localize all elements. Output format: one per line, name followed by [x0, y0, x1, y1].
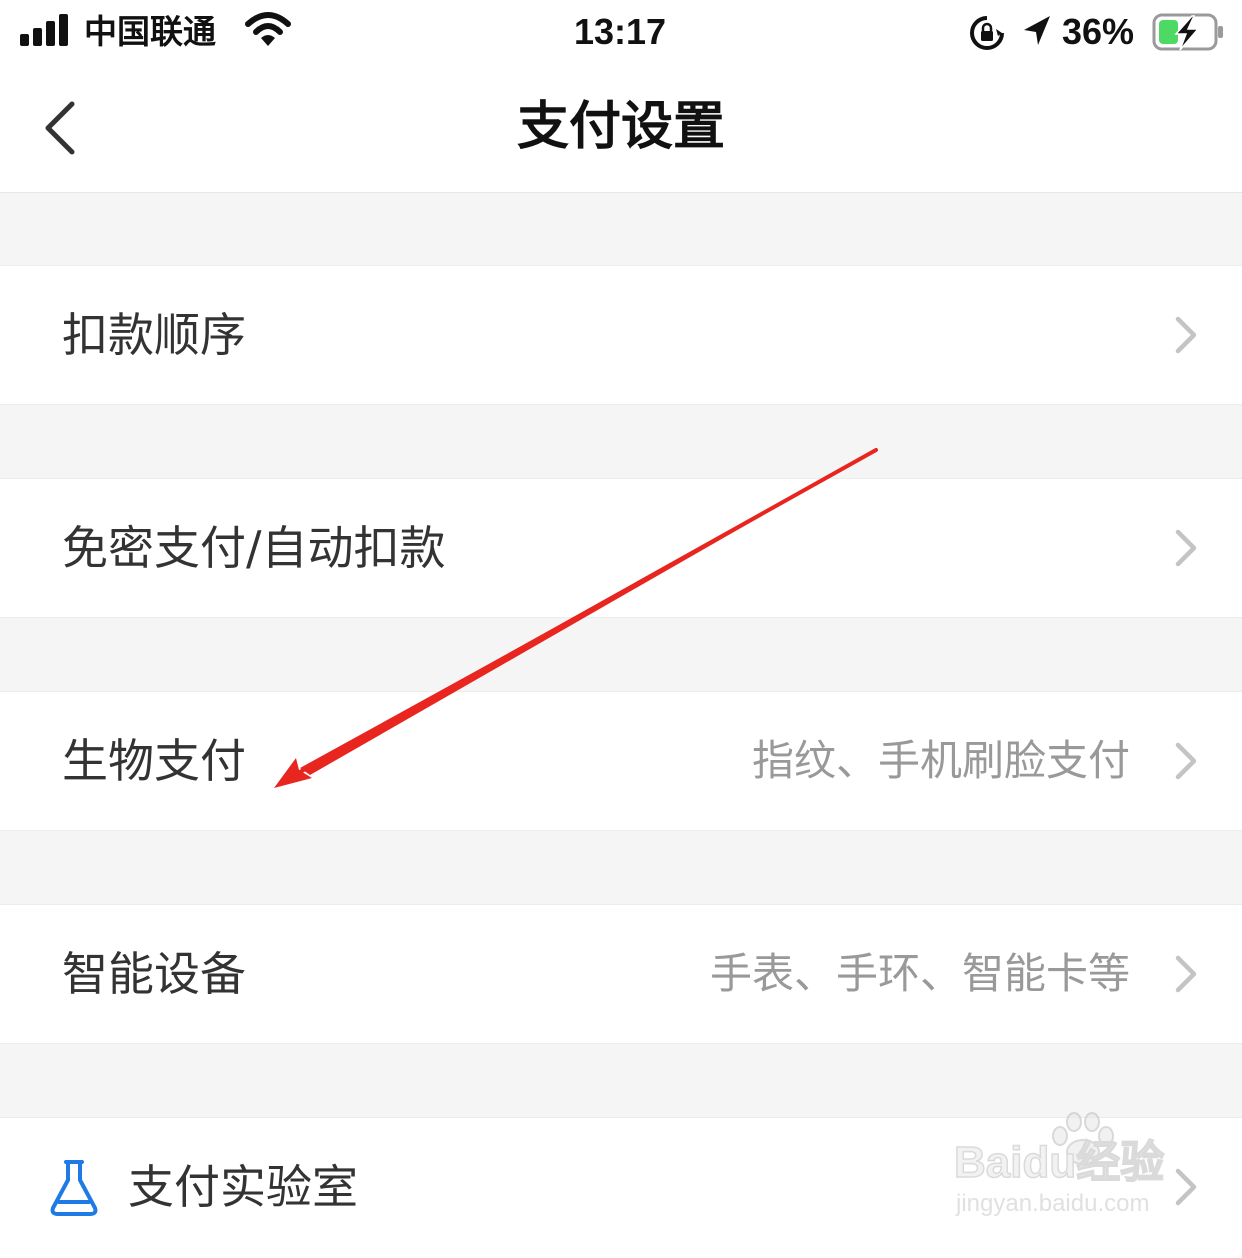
- rotation-lock-icon: [968, 14, 1006, 56]
- chevron-right-icon: [1175, 316, 1197, 354]
- chevron-right-icon: [1175, 529, 1197, 567]
- row-label: 支付实验室: [128, 1160, 358, 1214]
- watermark-url: jingyan.baidu.com: [956, 1190, 1150, 1217]
- clock-time: 13:17: [573, 11, 667, 52]
- row-value: 手表、手环、智能卡等: [709, 949, 1130, 998]
- row-biometric-payment[interactable]: 生物支付 指纹、手机刷脸支付: [0, 691, 1242, 831]
- chevron-right-icon: [1175, 742, 1197, 780]
- row-label: 扣款顺序: [62, 308, 246, 362]
- cellular-signal-icon: [20, 14, 72, 46]
- page-title: 支付设置: [516, 97, 725, 157]
- row-label: 生物支付: [62, 734, 246, 788]
- status-bar: 中国联通 13:17 36%: [0, 0, 1242, 64]
- row-deduction-order[interactable]: 扣款顺序: [0, 265, 1242, 405]
- flask-icon: [50, 1160, 98, 1216]
- row-label: 智能设备: [62, 947, 246, 1001]
- row-password-free-payment[interactable]: 免密支付/自动扣款: [0, 478, 1242, 618]
- battery-charging-icon: [1152, 12, 1226, 56]
- chevron-right-icon: [1175, 955, 1197, 993]
- watermark-logo: Baidu经验: [953, 1137, 1165, 1188]
- battery-percentage: 36%: [1062, 11, 1135, 52]
- location-arrow-icon: [1020, 12, 1054, 54]
- navigation-bar: 支付设置: [0, 64, 1242, 193]
- row-label: 免密支付/自动扣款: [62, 521, 446, 575]
- row-smart-devices[interactable]: 智能设备 手表、手环、智能卡等: [0, 904, 1242, 1044]
- carrier-name: 中国联通: [84, 12, 216, 51]
- row-value: 指纹、手机刷脸支付: [751, 736, 1130, 785]
- wifi-icon: [244, 10, 292, 54]
- watermark: Baidu经验 jingyan.baidu.com: [948, 1110, 1198, 1230]
